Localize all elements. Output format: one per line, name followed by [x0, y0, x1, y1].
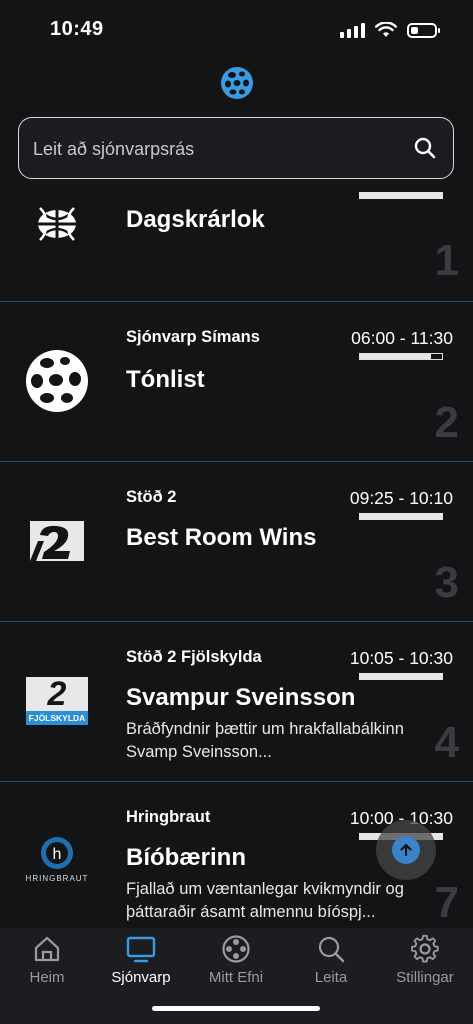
- home-indicator: [152, 1006, 320, 1011]
- channel-search-box[interactable]: [18, 117, 454, 180]
- channel-logo-hringbraut: h HRINGBRAUT: [22, 824, 92, 894]
- channel-logo-stod2-fjolskylda: 2 FJÖLSKYLDA: [22, 666, 92, 736]
- tab-label: Heim: [29, 969, 65, 986]
- program-title: Bíóbærinn: [126, 844, 246, 871]
- channel-logo-siminn: [22, 346, 92, 416]
- channel-row[interactable]: Dagskrárlok 1: [0, 182, 473, 302]
- channel-number: 1: [434, 236, 459, 285]
- program-progress-bar: [359, 192, 443, 199]
- channel-name: Hringbraut: [126, 808, 211, 826]
- channel-name: Stöð 2 Fjölskylda: [126, 648, 262, 666]
- program-time: 10:05 - 10:30: [349, 648, 453, 668]
- tab-sjonvarp[interactable]: Sjónvarp: [96, 934, 186, 994]
- hringbraut-logo-text: HRINGBRAUT: [25, 873, 89, 883]
- tv-icon: [126, 936, 156, 963]
- channel-number: 2: [434, 398, 459, 447]
- film-reel-icon: [222, 935, 250, 963]
- app-logo: [221, 67, 253, 99]
- cellular-signal-icon: [340, 22, 365, 38]
- scroll-to-top-button[interactable]: [376, 820, 436, 880]
- channel-row[interactable]: 2 FJÖLSKYLDA Stöð 2 Fjölskylda 10:05 - 1…: [0, 622, 473, 782]
- program-progress-bar: [359, 673, 443, 680]
- status-icons: [340, 22, 440, 38]
- tab-stillingar[interactable]: Stillingar: [380, 934, 470, 994]
- program-title: Dagskrárlok: [126, 206, 265, 233]
- channel-name: Stöð 2: [126, 488, 177, 506]
- tab-label: Leita: [314, 969, 348, 986]
- svg-text:h: h: [53, 846, 62, 863]
- tab-leita[interactable]: Leita: [286, 934, 376, 994]
- fjolskylda-logo-text: FJÖLSKYLDA: [26, 711, 88, 725]
- gear-icon: [411, 934, 439, 963]
- status-bar: 10:49: [0, 0, 473, 60]
- channel-number: 7: [434, 878, 459, 927]
- channel-number: 4: [434, 718, 459, 767]
- channel-list[interactable]: Dagskrárlok 1 Sjónvarp Símans 06:00 - 11…: [0, 182, 473, 928]
- program-title: Best Room Wins: [126, 524, 317, 551]
- tab-label: Mitt Efni: [208, 969, 264, 986]
- stod2-logo-digit: 2: [47, 674, 67, 713]
- program-progress-bar: [359, 513, 443, 520]
- channel-row[interactable]: Stöð 2 09:25 - 10:10 Best Room Wins 3: [0, 462, 473, 622]
- battery-icon: [407, 22, 440, 38]
- channel-logo-ruv: [22, 189, 92, 259]
- program-progress-bar: [359, 353, 443, 360]
- search-icon: [318, 936, 345, 963]
- home-icon: [34, 936, 60, 962]
- program-title: Svampur Sveinsson: [126, 684, 356, 711]
- program-description: Fjallað um væntanlegar kvikmyndir og þát…: [126, 880, 404, 921]
- hringbraut-logo-icon: h: [41, 836, 73, 869]
- program-time: 09:25 - 10:10: [349, 488, 453, 508]
- program-time: 06:00 - 11:30: [351, 328, 453, 348]
- channel-search-input[interactable]: [31, 118, 405, 180]
- status-time: 10:49: [50, 18, 104, 40]
- arrow-up-icon: [400, 843, 412, 857]
- tab-label: Stillingar: [396, 969, 454, 986]
- program-title: Tónlist: [126, 366, 205, 393]
- channel-logo-stod2: [22, 506, 92, 576]
- channel-number: 3: [434, 558, 459, 607]
- tab-heim[interactable]: Heim: [2, 934, 92, 994]
- channel-name: Sjónvarp Símans: [126, 328, 260, 346]
- search-icon[interactable]: [413, 136, 437, 160]
- channel-row[interactable]: Sjónvarp Símans 06:00 - 11:30 Tónlist 2: [0, 302, 473, 462]
- tab-label: Sjónvarp: [111, 969, 171, 986]
- program-description: Bráðfyndnir þættir um hrakfallabálkinn S…: [126, 720, 404, 761]
- tab-mitt-efni[interactable]: Mitt Efni: [191, 934, 281, 994]
- wifi-icon: [375, 22, 397, 37]
